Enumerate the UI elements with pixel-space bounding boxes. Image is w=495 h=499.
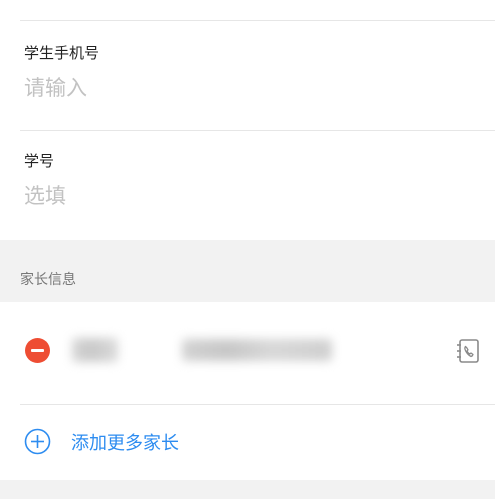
parent-phone-redacted (182, 339, 332, 361)
remove-parent-button[interactable] (25, 338, 50, 363)
divider (20, 130, 495, 131)
contacts-book-icon[interactable] (454, 337, 482, 365)
student-id-input[interactable]: 选填 (24, 180, 66, 210)
add-parent-button[interactable]: 添加更多家长 (71, 429, 179, 455)
student-phone-label: 学生手机号 (24, 44, 100, 62)
parent-name-redacted (72, 338, 118, 362)
student-info-card: 学生手机号 请输入 学号 选填 (0, 0, 495, 240)
student-id-label: 学号 (24, 152, 55, 170)
student-phone-input[interactable]: 请输入 (24, 72, 87, 102)
plus-circle-icon[interactable] (24, 428, 51, 455)
divider (20, 404, 495, 405)
divider (20, 20, 495, 21)
parent-section-title: 家长信息 (20, 272, 76, 288)
